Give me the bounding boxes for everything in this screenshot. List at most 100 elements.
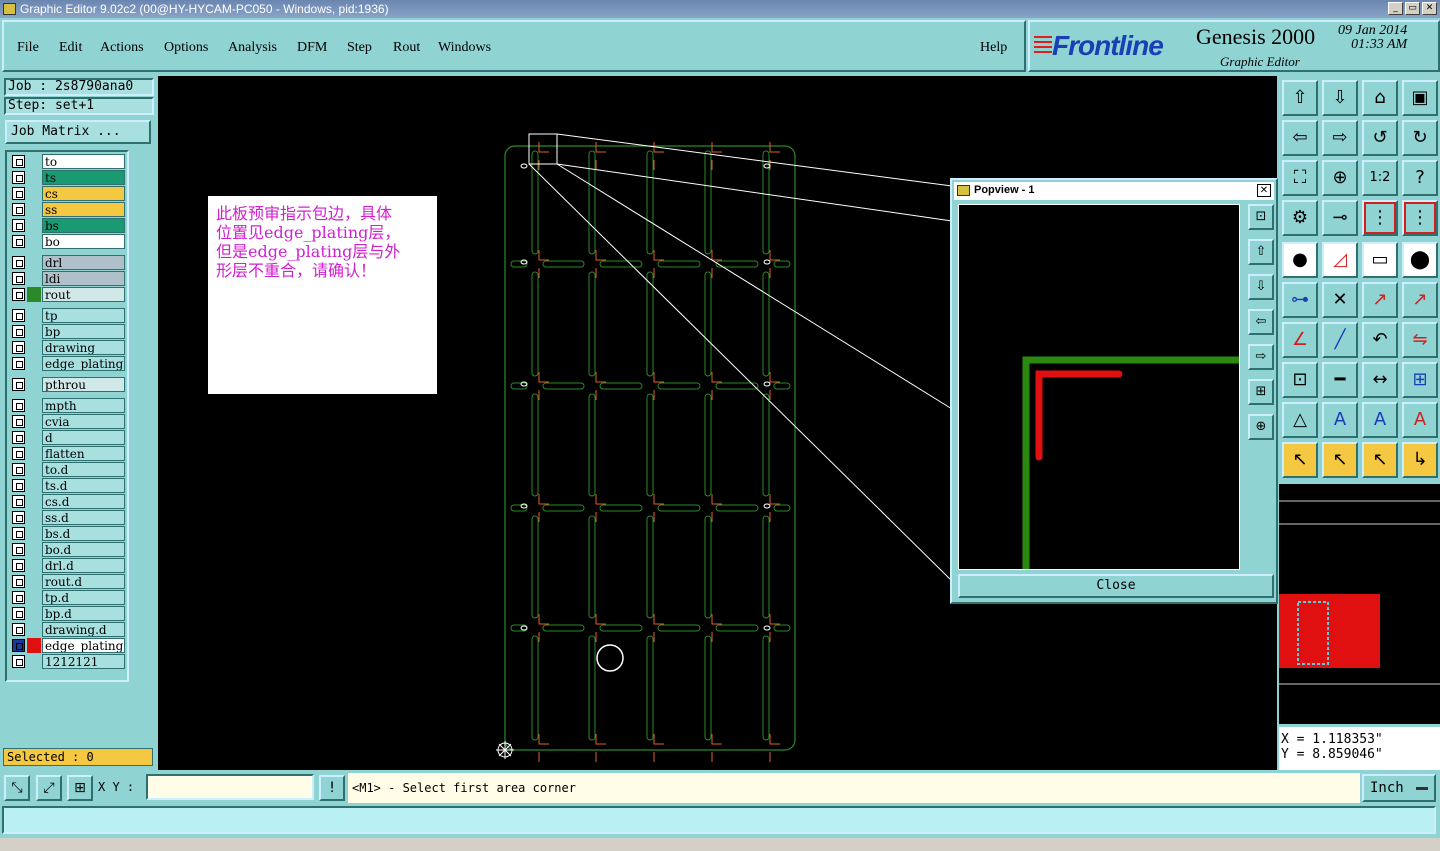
layer-row-bp[interactable]: bp bbox=[9, 324, 125, 339]
layer-name[interactable]: drawing bbox=[42, 340, 125, 355]
layer-color-swatch[interactable] bbox=[27, 218, 41, 233]
layer-checkbox[interactable] bbox=[12, 479, 25, 492]
layer-name[interactable]: bp bbox=[42, 324, 125, 339]
layer-checkbox[interactable] bbox=[12, 155, 25, 168]
group-icon[interactable]: ⊞ bbox=[1402, 362, 1438, 398]
close-window-button[interactable]: ✕ bbox=[1422, 2, 1437, 15]
layer-row-cs-d[interactable]: cs.d bbox=[9, 494, 125, 509]
layer-checkbox[interactable] bbox=[12, 309, 25, 322]
layer-checkbox[interactable] bbox=[12, 341, 25, 354]
popview-right-button[interactable]: ⇨ bbox=[1248, 344, 1274, 370]
layer-checkbox[interactable] bbox=[12, 357, 25, 370]
layer-name[interactable]: bp.d bbox=[42, 606, 125, 621]
layer-checkbox[interactable] bbox=[12, 463, 25, 476]
popview-canvas[interactable] bbox=[958, 204, 1240, 570]
layer-name[interactable]: to.d bbox=[42, 462, 125, 477]
connect-icon[interactable]: ⊶ bbox=[1282, 282, 1318, 318]
layer-row-to[interactable]: to bbox=[9, 154, 125, 169]
pad-icon[interactable]: ⬤ bbox=[1402, 242, 1438, 278]
pointer-red-icon[interactable]: ↖ bbox=[1362, 442, 1398, 478]
layer-row-ss[interactable]: ss bbox=[9, 202, 125, 217]
layer-name[interactable]: ss bbox=[42, 202, 125, 217]
layer-checkbox[interactable] bbox=[12, 447, 25, 460]
grid-icon[interactable]: ⊞ bbox=[67, 775, 93, 801]
layer-color-swatch[interactable] bbox=[27, 462, 41, 477]
layer-checkbox[interactable] bbox=[12, 511, 25, 524]
layer-color-swatch[interactable] bbox=[27, 324, 41, 339]
layer-color-swatch[interactable] bbox=[27, 622, 41, 637]
layer-name[interactable]: to bbox=[42, 154, 125, 169]
arrow-red2-icon[interactable]: ↗ bbox=[1402, 282, 1438, 318]
layer-color-swatch[interactable] bbox=[27, 377, 41, 392]
layer-color-swatch[interactable] bbox=[27, 154, 41, 169]
layer-row-ldi[interactable]: ldi bbox=[9, 271, 125, 286]
cross-icon[interactable]: ✕ bbox=[1322, 282, 1358, 318]
layer-row-rout[interactable]: rout bbox=[9, 287, 125, 302]
layer-color-swatch[interactable] bbox=[27, 340, 41, 355]
a-red-icon[interactable]: A bbox=[1402, 402, 1438, 438]
layer-checkbox[interactable] bbox=[12, 607, 25, 620]
layer-row-cs[interactable]: cs bbox=[9, 186, 125, 201]
layer-row-pthrou[interactable]: pthrou bbox=[9, 377, 125, 392]
compare-icon[interactable]: ⇋ bbox=[1402, 322, 1438, 358]
down-arrow-icon[interactable]: ⇩ bbox=[1322, 80, 1358, 116]
layer-color-swatch[interactable] bbox=[27, 574, 41, 589]
minimap[interactable] bbox=[1279, 484, 1440, 724]
unit-selector[interactable]: Inch bbox=[1362, 774, 1436, 802]
layer-color-swatch[interactable] bbox=[27, 414, 41, 429]
job-matrix-button[interactable]: Job Matrix ... bbox=[5, 120, 151, 144]
popview-zoom-button[interactable]: ⊡ bbox=[1248, 204, 1274, 230]
layer-color-swatch[interactable] bbox=[27, 638, 41, 653]
layer-row-drl-d[interactable]: drl.d bbox=[9, 558, 125, 573]
a-box-icon[interactable]: A bbox=[1362, 402, 1398, 438]
layer-checkbox[interactable] bbox=[12, 623, 25, 636]
layer-checkbox[interactable] bbox=[12, 272, 25, 285]
line-red-icon[interactable]: ◿ bbox=[1322, 242, 1358, 278]
layer-row-rout-d[interactable]: rout.d bbox=[9, 574, 125, 589]
measure-icon[interactable]: ⤢ bbox=[36, 775, 62, 801]
point-icon[interactable]: ● bbox=[1282, 242, 1318, 278]
home-icon[interactable]: ⌂ bbox=[1362, 80, 1398, 116]
layer-row-drl[interactable]: drl bbox=[9, 255, 125, 270]
popview-down-button[interactable]: ⇩ bbox=[1248, 274, 1274, 300]
triangle-icon[interactable]: △ bbox=[1282, 402, 1318, 438]
question-icon[interactable]: ? bbox=[1402, 160, 1438, 196]
layer-red-icon[interactable]: ⋮ bbox=[1362, 200, 1398, 236]
undo-zoom-icon[interactable]: ↺ bbox=[1362, 120, 1398, 156]
layer-name[interactable]: ldi bbox=[42, 271, 125, 286]
minus-icon[interactable]: ━ bbox=[1322, 362, 1358, 398]
layer-row-bp-d[interactable]: bp.d bbox=[9, 606, 125, 621]
layer-color-swatch[interactable] bbox=[27, 255, 41, 270]
dimension-icon[interactable]: ↔ bbox=[1362, 362, 1398, 398]
layer-checkbox[interactable] bbox=[12, 559, 25, 572]
layer-color-swatch[interactable] bbox=[27, 446, 41, 461]
menu-options[interactable]: Options bbox=[164, 40, 208, 56]
layer-checkbox[interactable] bbox=[12, 378, 25, 391]
layer-checkbox[interactable] bbox=[12, 219, 25, 232]
minimize-button[interactable]: _ bbox=[1388, 2, 1403, 15]
layer-row-bo-d[interactable]: bo.d bbox=[9, 542, 125, 557]
layer-color-swatch[interactable] bbox=[27, 308, 41, 323]
layer-color-swatch[interactable] bbox=[27, 590, 41, 605]
layer-name[interactable]: edge_plating bbox=[42, 356, 125, 371]
window-icon[interactable]: ▣ bbox=[1402, 80, 1438, 116]
layer-color-swatch[interactable] bbox=[27, 606, 41, 621]
snap-icon[interactable]: ⊸ bbox=[1322, 200, 1358, 236]
layer-name[interactable]: drawing.d bbox=[42, 622, 125, 637]
layer-name[interactable]: edge_plating bbox=[42, 638, 125, 653]
layer-name[interactable]: rout bbox=[42, 287, 125, 302]
slash-icon[interactable]: ╱ bbox=[1322, 322, 1358, 358]
layer-name[interactable]: cvia bbox=[42, 414, 125, 429]
layer-name[interactable]: drl.d bbox=[42, 558, 125, 573]
angle-icon[interactable]: ∠ bbox=[1282, 322, 1318, 358]
layer-color-swatch[interactable] bbox=[27, 542, 41, 557]
layer-color-swatch[interactable] bbox=[27, 494, 41, 509]
layer-name[interactable]: flatten bbox=[42, 446, 125, 461]
layer-name[interactable]: mpth bbox=[42, 398, 125, 413]
a-icon[interactable]: A bbox=[1322, 402, 1358, 438]
fit-icon[interactable]: ⛶ bbox=[1282, 160, 1318, 196]
layer-name[interactable]: rout.d bbox=[42, 574, 125, 589]
layer-checkbox[interactable] bbox=[12, 288, 25, 301]
popview-close-button[interactable]: Close bbox=[958, 574, 1274, 598]
left-arrow-icon[interactable]: ⇦ bbox=[1282, 120, 1318, 156]
